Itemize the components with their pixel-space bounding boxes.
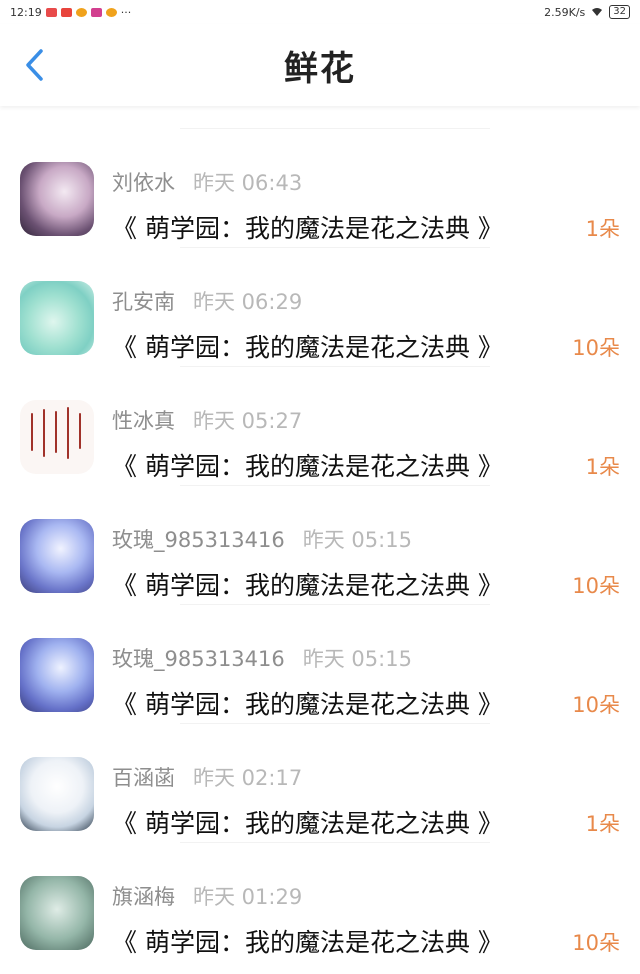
user-name[interactable]: 百涵菡 [112, 762, 175, 792]
book-title[interactable]: 《 萌学园：我的魔法是花之法典 》 [112, 447, 503, 483]
timestamp: 昨天 05:15 [302, 528, 412, 552]
book-title[interactable]: 《 萌学园：我的魔法是花之法典 》 [112, 566, 503, 602]
list-item[interactable]: 玫瑰_985313416 昨天 05:15 《 萌学园：我的魔法是花之法典 》 … [0, 486, 640, 604]
book-title[interactable]: 《 萌学园：我的魔法是花之法典 》 [112, 209, 503, 245]
user-name[interactable]: 刘依水 [112, 167, 175, 197]
flower-amount: 1朵 [585, 812, 620, 836]
timestamp: 昨天 06:43 [193, 171, 303, 195]
timestamp: 昨天 05:27 [193, 409, 303, 433]
flower-amount: 10朵 [572, 931, 620, 955]
avatar[interactable] [20, 162, 94, 236]
book-title[interactable]: 《 萌学园：我的魔法是花之法典 》 [112, 328, 503, 364]
list-item[interactable]: 旗涵梅 昨天 01:29 《 萌学园：我的魔法是花之法典 》 10朵 [0, 843, 640, 961]
status-time: 12:19 [10, 5, 42, 19]
user-name[interactable]: 性冰真 [112, 405, 175, 435]
calligraphy-avatar-image [31, 407, 81, 459]
flower-amount: 1朵 [585, 455, 620, 479]
avatar[interactable] [20, 876, 94, 950]
app-notification-icon [75, 7, 87, 17]
app-notification-icon [105, 7, 117, 17]
user-name[interactable]: 玫瑰_985313416 [112, 524, 285, 554]
list-item[interactable]: 玫瑰_985313416 昨天 05:15 《 萌学园：我的魔法是花之法典 》 … [0, 605, 640, 723]
flower-amount: 10朵 [572, 693, 620, 717]
timestamp: 昨天 05:15 [302, 647, 412, 671]
chevron-left-icon [26, 49, 43, 81]
user-name[interactable]: 玫瑰_985313416 [112, 643, 285, 673]
page-header: 鲜花 [0, 24, 640, 106]
avatar[interactable] [20, 638, 94, 712]
avatar[interactable] [20, 281, 94, 355]
list-item[interactable]: 百涵菡 昨天 02:17 《 萌学园：我的魔法是花之法典 》 1朵 [0, 724, 640, 842]
timestamp: 昨天 02:17 [193, 766, 303, 790]
list-item[interactable]: 性冰真 昨天 05:27 《 萌学园：我的魔法是花之法典 》 1朵 [0, 367, 640, 485]
wifi-icon [592, 8, 603, 16]
back-button[interactable] [16, 47, 52, 83]
flower-amount: 10朵 [572, 336, 620, 360]
app-notification-icon [60, 7, 72, 17]
book-title[interactable]: 《 萌学园：我的魔法是花之法典 》 [112, 804, 503, 840]
book-title[interactable]: 《 萌学园：我的魔法是花之法典 》 [112, 685, 503, 721]
network-speed: 2.59K/s [544, 5, 586, 19]
page-title: 鲜花 [284, 48, 356, 89]
timestamp: 昨天 01:29 [193, 885, 303, 909]
avatar[interactable] [20, 757, 94, 831]
flower-amount: 1朵 [585, 217, 620, 241]
user-name[interactable]: 孔安南 [112, 286, 175, 316]
app-notification-icon [45, 7, 57, 17]
avatar[interactable] [20, 400, 94, 474]
user-name[interactable]: 旗涵梅 [112, 881, 175, 911]
more-notifications-icon: ··· [120, 5, 132, 19]
list-item[interactable]: 孔安南 昨天 06:29 《 萌学园：我的魔法是花之法典 》 10朵 [0, 248, 640, 366]
status-bar: 12:19 ··· 2.59K/s 32 [0, 0, 640, 24]
battery-icon: 32 [609, 5, 630, 19]
timestamp: 昨天 06:29 [193, 290, 303, 314]
book-title[interactable]: 《 萌学园：我的魔法是花之法典 》 [112, 923, 503, 959]
avatar[interactable] [20, 519, 94, 593]
list-item[interactable]: 刘依水 昨天 06:43 《 萌学园：我的魔法是花之法典 》 1朵 [0, 129, 640, 247]
app-notification-icon [90, 7, 102, 17]
flower-list: 刘依水 昨天 06:43 《 萌学园：我的魔法是花之法典 》 1朵 孔安南 昨天… [0, 106, 640, 961]
flower-amount: 10朵 [572, 574, 620, 598]
